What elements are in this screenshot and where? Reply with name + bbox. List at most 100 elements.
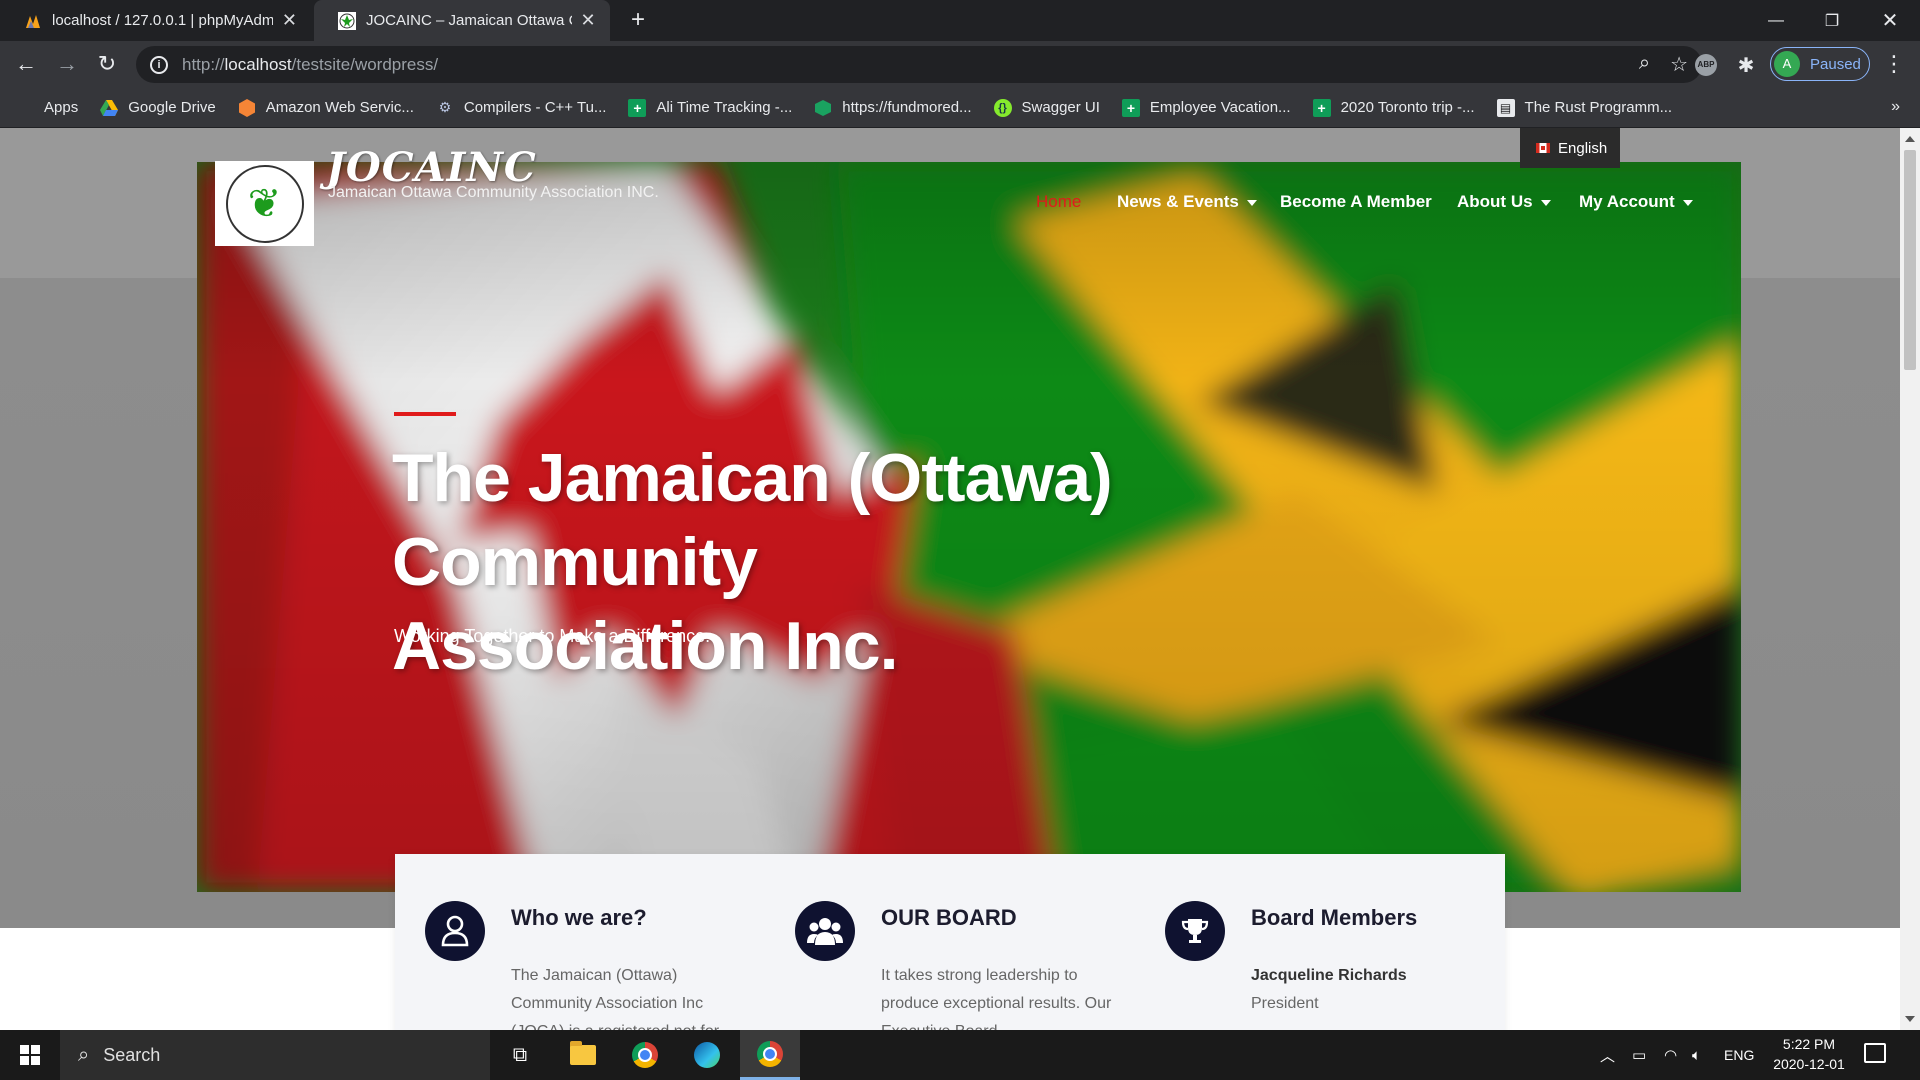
tab-jocainc[interactable]: JOCAINC – Jamaican Ottawa Community Asso… bbox=[314, 0, 610, 41]
menu-icon[interactable]: ⋮ bbox=[1880, 51, 1908, 77]
close-window-button[interactable]: ✕ bbox=[1862, 0, 1918, 41]
user-icon bbox=[425, 901, 485, 961]
tab-strip: localhost / 127.0.0.1 | phpMyAdmin ✕ JOC… bbox=[0, 0, 1920, 41]
notifications-icon[interactable] bbox=[1864, 1043, 1886, 1063]
scrollbar-thumb[interactable] bbox=[1904, 150, 1916, 370]
system-clock[interactable]: 5:22 PM 2020-12-01 bbox=[1764, 1034, 1854, 1074]
bookmark-swagger[interactable]: {} Swagger UI bbox=[993, 98, 1100, 117]
hero-subheadline: Working Together to Make a Difference. bbox=[394, 626, 711, 646]
apps-grid-icon bbox=[18, 100, 34, 116]
logo-seal: ❦ bbox=[225, 164, 304, 243]
tab-title: JOCAINC – Jamaican Ottawa Community Asso… bbox=[366, 12, 572, 29]
card-body: Jacqueline Richards President bbox=[1251, 962, 1491, 1018]
nav-home[interactable]: Home bbox=[1036, 192, 1081, 212]
bookmark-compilers[interactable]: ⚙ Compilers - C++ Tu... bbox=[436, 99, 607, 117]
volume-icon[interactable]: 🔈︎ bbox=[1692, 1030, 1701, 1080]
restore-button[interactable]: ❐ bbox=[1804, 0, 1860, 41]
start-button[interactable] bbox=[0, 1030, 60, 1080]
more-bookmarks-icon[interactable]: » bbox=[1891, 98, 1900, 116]
sheets-icon: + bbox=[628, 98, 647, 117]
maple-leaf-icon: ❦ bbox=[247, 181, 282, 226]
bookmark-toronto-trip[interactable]: + 2020 Toronto trip -... bbox=[1312, 98, 1475, 117]
card-body: It takes strong leadership to produce ex… bbox=[881, 967, 1112, 1030]
phpmyadmin-icon bbox=[26, 14, 40, 28]
search-icon: ⌕ bbox=[78, 1043, 90, 1066]
member-role: President bbox=[1251, 995, 1319, 1012]
chrome-active-icon[interactable] bbox=[740, 1030, 800, 1080]
page-scrollbar[interactable] bbox=[1900, 128, 1920, 1030]
card-body: The Jamaican (Ottawa) Community Associat… bbox=[511, 967, 719, 1030]
bookmark-aws[interactable]: Amazon Web Servic... bbox=[238, 98, 414, 117]
bookmark-ali-time-tracking[interactable]: + Ali Time Tracking -... bbox=[628, 98, 792, 117]
taskbar-search[interactable]: ⌕ Search bbox=[60, 1030, 490, 1080]
scroll-down-icon[interactable] bbox=[1905, 1016, 1915, 1022]
new-tab-button[interactable]: + bbox=[624, 6, 652, 34]
star-icon[interactable]: ☆ bbox=[1670, 52, 1688, 77]
windows-logo-icon bbox=[20, 1045, 40, 1065]
zoom-icon[interactable]: ⌕ bbox=[1639, 52, 1650, 77]
wifi-icon[interactable]: ◠ bbox=[1664, 1030, 1677, 1080]
headline-accent bbox=[394, 412, 456, 416]
file-explorer-icon[interactable] bbox=[553, 1030, 613, 1080]
puzzle-icon[interactable]: ✱ bbox=[1732, 51, 1760, 79]
bookmark-apps[interactable]: Apps bbox=[18, 99, 78, 116]
feature-cards: Who we are? The Jamaican (Ottawa) Commun… bbox=[395, 854, 1505, 1030]
chevron-down-icon bbox=[1540, 199, 1551, 206]
show-hidden-icons[interactable]: ︿ bbox=[1600, 1030, 1615, 1080]
site-tagline: Jamaican Ottawa Community Association IN… bbox=[328, 184, 659, 201]
back-button[interactable]: ← bbox=[10, 48, 42, 80]
fund-icon bbox=[814, 99, 832, 117]
bookmark-employee-vacation[interactable]: + Employee Vacation... bbox=[1121, 98, 1291, 117]
swagger-icon: {} bbox=[993, 98, 1012, 117]
bookmarks-bar: Apps Google Drive Amazon Web Servic... ⚙… bbox=[0, 88, 1920, 128]
forward-button[interactable]: → bbox=[51, 48, 83, 80]
compiler-icon: ⚙ bbox=[438, 99, 452, 115]
profile-status: Paused bbox=[1810, 55, 1861, 73]
chevron-down-icon bbox=[1246, 199, 1257, 206]
member-name[interactable]: Jacqueline Richards bbox=[1251, 967, 1407, 984]
close-tab-icon[interactable]: ✕ bbox=[281, 10, 298, 31]
address-bar[interactable]: i http://localhost/testsite/wordpress/ ⌕… bbox=[136, 46, 1702, 83]
bookmark-rust-book[interactable]: ▤ The Rust Programm... bbox=[1496, 98, 1672, 117]
nav-news-events[interactable]: News & Events bbox=[1117, 192, 1257, 212]
drive-icon bbox=[100, 99, 119, 117]
chrome-icon[interactable] bbox=[615, 1030, 675, 1080]
avatar: A bbox=[1774, 51, 1800, 77]
url-text[interactable]: http://localhost/testsite/wordpress/ bbox=[182, 55, 438, 75]
page-viewport: English ❦ JOCAINC Jamaican Ottawa Commun… bbox=[0, 128, 1900, 1030]
hero-headline: The Jamaican (Ottawa) Community Associat… bbox=[392, 440, 1113, 684]
abp-icon[interactable]: ABP bbox=[1692, 51, 1720, 79]
bookmark-fundmored[interactable]: https://fundmored... bbox=[814, 99, 972, 117]
card-title: Board Members bbox=[1251, 905, 1418, 930]
nav-about-us[interactable]: About Us bbox=[1457, 192, 1551, 212]
chevron-down-icon bbox=[1682, 199, 1693, 206]
tab-title: localhost / 127.0.0.1 | phpMyAdmin bbox=[52, 12, 273, 29]
browser-toolbar: ← → ↻ i http://localhost/testsite/wordpr… bbox=[0, 41, 1920, 88]
scroll-up-icon[interactable] bbox=[1905, 136, 1915, 142]
tab-phpmyadmin[interactable]: localhost / 127.0.0.1 | phpMyAdmin ✕ bbox=[0, 0, 312, 41]
trophy-icon bbox=[1165, 901, 1225, 961]
site-logo[interactable]: ❦ bbox=[215, 161, 314, 246]
book-icon: ▤ bbox=[1496, 98, 1515, 117]
canada-flag-icon bbox=[1536, 143, 1550, 153]
battery-icon[interactable]: ▭ bbox=[1632, 1030, 1646, 1080]
task-view-icon[interactable]: ⧉ bbox=[490, 1030, 550, 1080]
sheets-icon: + bbox=[1121, 98, 1140, 117]
close-tab-icon[interactable]: ✕ bbox=[580, 10, 596, 31]
language-switcher[interactable]: English bbox=[1520, 128, 1620, 168]
windows-taskbar: ⌕ Search ⧉ ︿ ▭ ◠ 🔈︎ ENG 5:22 PM 2020-12-… bbox=[0, 1030, 1920, 1080]
card-title: Who we are? bbox=[511, 905, 647, 930]
reload-button[interactable]: ↻ bbox=[91, 48, 123, 80]
bookmark-google-drive[interactable]: Google Drive bbox=[100, 99, 216, 117]
jocainc-favicon bbox=[338, 11, 356, 30]
nav-my-account[interactable]: My Account bbox=[1579, 192, 1693, 212]
site-info-icon[interactable]: i bbox=[150, 55, 168, 74]
nav-become-member[interactable]: Become A Member bbox=[1280, 192, 1432, 212]
input-language[interactable]: ENG bbox=[1724, 1030, 1754, 1080]
profile-button[interactable]: A Paused bbox=[1770, 47, 1870, 81]
sheets-icon: + bbox=[1312, 98, 1331, 117]
card-title: OUR BOARD bbox=[881, 905, 1017, 930]
edge-icon[interactable] bbox=[677, 1030, 737, 1080]
group-icon bbox=[795, 901, 855, 961]
minimize-button[interactable]: — bbox=[1748, 0, 1804, 41]
